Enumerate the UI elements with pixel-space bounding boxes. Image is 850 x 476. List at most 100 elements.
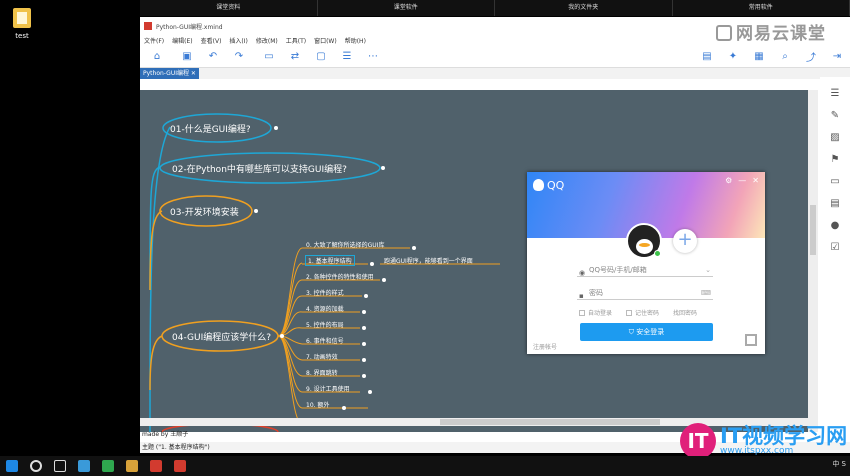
hscroll-thumb[interactable] xyxy=(440,419,660,425)
password-field[interactable]: ▪ 密码 ⌨ xyxy=(577,287,713,300)
topic-dev-env[interactable]: 03-开发环境安装 xyxy=(170,205,239,218)
export-icon[interactable]: ⇥ xyxy=(830,51,844,63)
ime-indicator[interactable]: 中 xyxy=(832,460,839,468)
tab-python-gui[interactable]: Python-GUI编程 ✕ xyxy=(140,68,199,79)
more-icon[interactable]: ⋯ xyxy=(366,51,380,63)
subtopic[interactable]: 7. 动画特效 xyxy=(306,352,338,361)
save-icon[interactable]: ▣ xyxy=(180,51,194,63)
subtopic[interactable]: 4. 资源的加载 xyxy=(306,304,344,313)
topic-what-to-learn[interactable]: 04-GUI编程应该学什么? xyxy=(172,330,271,343)
vscroll-thumb[interactable] xyxy=(810,205,816,255)
topic-what-is-gui[interactable]: 01-什么是GUI编程? xyxy=(170,122,251,135)
subtopic-selected[interactable]: 1. 基本程序结构 xyxy=(305,255,355,266)
register-link[interactable]: 注册帐号 xyxy=(533,342,557,351)
summary-icon[interactable]: ☰ xyxy=(340,51,354,63)
subtopic[interactable]: 3. 控件的样式 xyxy=(306,288,344,297)
subtopic-note[interactable]: 跑通GUI程序，能够看到一个界面 xyxy=(384,256,473,265)
cortana-icon[interactable] xyxy=(30,460,42,472)
collapse-dot[interactable] xyxy=(274,126,278,130)
task-view-icon[interactable] xyxy=(54,460,66,472)
vertical-scrollbar[interactable] xyxy=(808,90,818,432)
add-account-button[interactable]: + xyxy=(673,229,697,253)
login-button[interactable]: ⛉ 安全登录 xyxy=(580,323,713,341)
watermark-text: IT视频学习网 xyxy=(720,424,848,448)
sticker-icon[interactable]: ▭ xyxy=(830,177,840,187)
menu-modify[interactable]: 修改(M) xyxy=(256,36,278,45)
collapse-dot[interactable] xyxy=(362,326,366,330)
collapse-dot[interactable] xyxy=(362,342,366,346)
collapse-dot[interactable] xyxy=(412,246,416,250)
subtopic[interactable]: 8. 界面跳转 xyxy=(306,368,338,377)
share-icon[interactable]: ⤴ xyxy=(804,51,818,64)
collapse-dot[interactable] xyxy=(362,358,366,362)
start-icon[interactable] xyxy=(6,460,18,472)
boundary-icon[interactable]: ▢ xyxy=(314,51,328,63)
xmind-icon[interactable] xyxy=(150,460,162,472)
auto-login-checkbox[interactable]: 自动登录 xyxy=(579,308,612,317)
chevron-down-icon[interactable]: ⌄ xyxy=(705,264,711,277)
subtopic[interactable]: 2. 各种控件的特性和使用 xyxy=(306,272,374,281)
topic-gui-libraries[interactable]: 02-在Python中有哪些库可以支持GUI编程? xyxy=(172,162,347,175)
collapse-dot[interactable] xyxy=(280,334,284,338)
collapse-dot[interactable] xyxy=(342,406,346,410)
minimize-icon[interactable]: — xyxy=(738,176,746,185)
collapse-dot[interactable] xyxy=(254,209,258,213)
horizontal-scrollbar[interactable] xyxy=(140,418,808,426)
menu-window[interactable]: 窗口(W) xyxy=(314,36,337,45)
menu-help[interactable]: 帮助(H) xyxy=(345,36,366,45)
folder-icon[interactable] xyxy=(126,460,138,472)
comment-icon[interactable]: ● xyxy=(830,221,840,231)
collapse-dot[interactable] xyxy=(364,294,368,298)
search-icon[interactable]: ⌕ xyxy=(778,51,792,63)
app-icon[interactable] xyxy=(102,460,114,472)
desktop-folder-test[interactable]: test xyxy=(10,8,34,40)
idea-icon[interactable]: ✦ xyxy=(726,51,740,63)
find-password-link[interactable]: 找回密码 xyxy=(673,308,697,317)
menu-edit[interactable]: 编辑(E) xyxy=(172,36,192,45)
collapse-dot[interactable] xyxy=(381,166,385,170)
subtopic[interactable]: 5. 控件的布局 xyxy=(306,320,344,329)
keyboard-icon[interactable]: ⌨ xyxy=(701,287,711,300)
subtopic[interactable]: 6. 事件和信号 xyxy=(306,336,344,345)
relationship-icon[interactable]: ⇄ xyxy=(288,51,302,63)
collapse-dot[interactable] xyxy=(382,278,386,282)
app-icon[interactable] xyxy=(174,460,186,472)
topbar-item[interactable]: 我的文件夹 xyxy=(495,0,673,16)
notes-icon[interactable]: ▤ xyxy=(830,199,840,209)
collapse-dot[interactable] xyxy=(362,374,366,378)
image-icon[interactable]: ▨ xyxy=(830,133,840,143)
topbar-item[interactable]: 常用软件 xyxy=(673,0,850,16)
settings-icon[interactable]: ⚙ xyxy=(725,176,732,185)
topbar-item[interactable]: 课堂软件 xyxy=(318,0,495,16)
subtopic[interactable]: 0. 大致了解你所选择的GUI库 xyxy=(306,240,384,249)
menu-tools[interactable]: 工具(T) xyxy=(286,36,306,45)
menu-insert[interactable]: 插入(I) xyxy=(229,36,247,45)
collapse-dot[interactable] xyxy=(362,310,366,314)
format-brush-icon[interactable]: ✎ xyxy=(830,111,840,121)
topbar-item[interactable]: 课堂资料 xyxy=(140,0,318,16)
subtopic[interactable]: 9. 设计工具使用 xyxy=(306,384,350,393)
folder-icon xyxy=(13,8,31,28)
home-icon[interactable]: ⌂ xyxy=(150,51,164,63)
outline-icon[interactable]: ☰ xyxy=(830,89,840,99)
collapse-dot[interactable] xyxy=(368,390,372,394)
tray-icon[interactable]: S xyxy=(842,460,846,468)
redo-icon[interactable]: ↷ xyxy=(232,51,246,63)
close-icon[interactable]: ✕ xyxy=(752,176,759,185)
layout-icon[interactable]: ▦ xyxy=(752,51,766,63)
taskbar: 中 S xyxy=(0,456,850,476)
undo-icon[interactable]: ↶ xyxy=(206,51,220,63)
app-icon[interactable] xyxy=(78,460,90,472)
subtopic[interactable]: 10. 额外 xyxy=(306,400,329,409)
login-label: 安全登录 xyxy=(636,328,665,336)
qr-code-icon[interactable] xyxy=(745,334,757,346)
collapse-dot[interactable] xyxy=(370,262,374,266)
presentation-icon[interactable]: ▤ xyxy=(700,51,714,63)
remember-password-checkbox[interactable]: 记住密码 xyxy=(626,308,659,317)
flag-icon[interactable]: ⚑ xyxy=(830,155,840,165)
task-icon[interactable]: ☑ xyxy=(830,243,840,253)
menu-view[interactable]: 查看(V) xyxy=(201,36,222,45)
account-field[interactable]: ◉ QQ号码/手机/邮箱 ⌄ xyxy=(577,264,713,277)
topic-icon[interactable]: ▭ xyxy=(262,51,276,63)
menu-file[interactable]: 文件(F) xyxy=(144,36,164,45)
